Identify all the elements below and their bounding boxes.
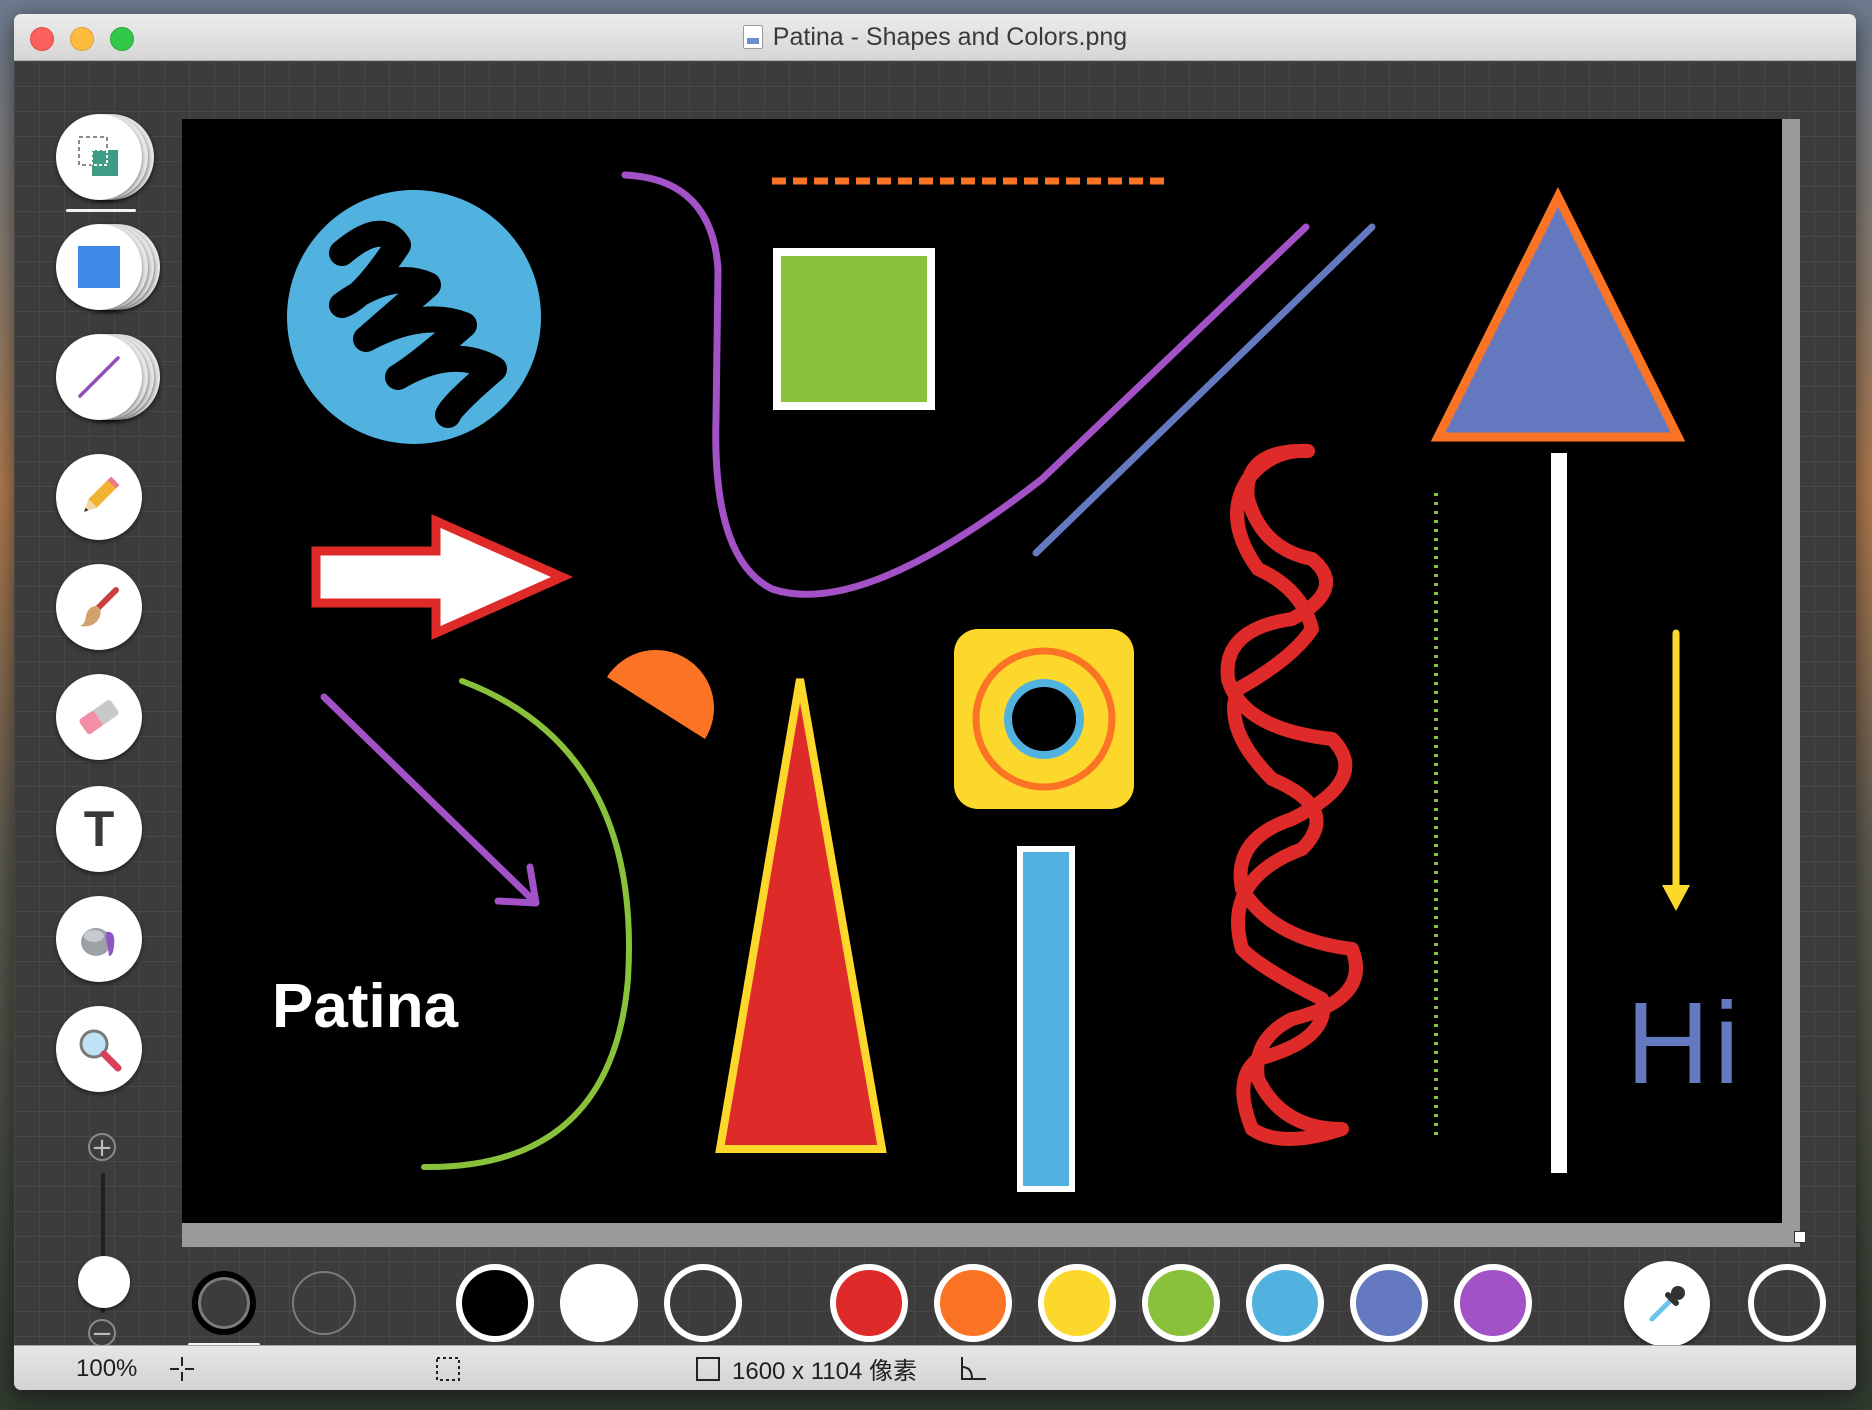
- color-swatch-light-blue[interactable]: [1246, 1264, 1324, 1342]
- line-tool[interactable]: [56, 334, 142, 420]
- red-squiggle: [1220, 443, 1363, 1146]
- workspace: T + − Patina Hi: [14, 61, 1856, 1347]
- line-icon: [78, 356, 120, 398]
- color-swatch-white[interactable]: [560, 1264, 638, 1342]
- pencil-tool[interactable]: [56, 454, 142, 540]
- drawing-canvas[interactable]: Patina Hi: [182, 119, 1782, 1223]
- fill-tool[interactable]: [56, 896, 142, 982]
- angle-icon: [958, 1346, 988, 1390]
- title-bar: Patina - Shapes and Colors.png: [14, 14, 1856, 61]
- text-tool[interactable]: T: [56, 786, 142, 872]
- eyedropper-button[interactable]: [1624, 1261, 1710, 1347]
- window-title: Patina - Shapes and Colors.png: [772, 22, 1128, 51]
- brush-icon: [80, 587, 119, 627]
- color-swatch-black[interactable]: [456, 1264, 534, 1342]
- selection-icon: [78, 136, 118, 176]
- status-bar: 100% 1600 x 1104 像素: [14, 1345, 1856, 1390]
- selection-rect-icon: [434, 1346, 462, 1390]
- paint-bucket-icon: [81, 928, 115, 956]
- active-tool-indicator: [66, 209, 136, 212]
- color-swatch-orange[interactable]: [934, 1264, 1012, 1342]
- blue-triangle: [1430, 186, 1686, 442]
- red-outlined-arrow: [311, 514, 574, 640]
- eraser-tool[interactable]: [56, 674, 142, 760]
- canvas-text-label: Patina: [272, 972, 459, 1041]
- green-square: [773, 248, 935, 410]
- color-swatch-red[interactable]: [830, 1264, 908, 1342]
- color-swatch-purple[interactable]: [1454, 1264, 1532, 1342]
- image-size-text: 1600 x 1104 像素: [732, 1358, 918, 1385]
- color-swatch-green[interactable]: [1142, 1264, 1220, 1342]
- blue-vertical-rectangle: [1017, 846, 1075, 1192]
- stroke-style-filled[interactable]: [192, 1271, 256, 1335]
- document-icon: [742, 25, 763, 49]
- pencil-icon: [84, 476, 120, 512]
- eyedropper-icon: [1649, 1286, 1685, 1322]
- brush-tool[interactable]: [56, 564, 142, 650]
- white-vertical-bar: [1551, 453, 1567, 1173]
- orange-semicircle: [607, 650, 714, 739]
- red-triangle: [715, 678, 887, 1153]
- eraser-icon: [79, 699, 119, 735]
- zoom-level: 100%: [76, 1354, 138, 1382]
- selection-tool[interactable]: [56, 114, 142, 200]
- purple-curve: [621, 171, 1310, 598]
- current-color-swatch[interactable]: [1748, 1264, 1826, 1342]
- blue-diagonal-line: [1032, 223, 1376, 557]
- size-box-icon: [696, 1356, 720, 1381]
- canvas-artwork: Patina Hi: [272, 171, 1744, 1192]
- color-swatch-blue[interactable]: [1350, 1264, 1428, 1342]
- yellow-arrowhead: [1662, 885, 1690, 911]
- color-swatch-yellow[interactable]: [1038, 1264, 1116, 1342]
- zoom-slider-knob[interactable]: [78, 1256, 130, 1308]
- color-swatch-clear[interactable]: [664, 1264, 742, 1342]
- text-icon: T: [83, 801, 115, 857]
- app-window: Patina - Shapes and Colors.png T + − Pat…: [14, 14, 1856, 1390]
- stroke-style-outline[interactable]: [292, 1271, 356, 1335]
- crosshair-icon: [168, 1346, 196, 1390]
- blue-ring: [1004, 679, 1084, 759]
- zoom-tool[interactable]: [56, 1006, 142, 1092]
- zoom-out-button[interactable]: −: [88, 1319, 116, 1347]
- handwritten-text: Hi: [1626, 978, 1744, 1108]
- zoom-in-button[interactable]: +: [88, 1133, 116, 1161]
- magnifier-icon: [79, 1029, 122, 1072]
- rectangle-icon: [78, 246, 120, 288]
- image-size-readout: 1600 x 1104 像素: [694, 1346, 917, 1390]
- rectangle-tool[interactable]: [56, 224, 142, 310]
- green-arc: [421, 678, 632, 1171]
- canvas-resize-handle[interactable]: [1794, 1231, 1806, 1243]
- purple-arrow-line: [320, 693, 538, 905]
